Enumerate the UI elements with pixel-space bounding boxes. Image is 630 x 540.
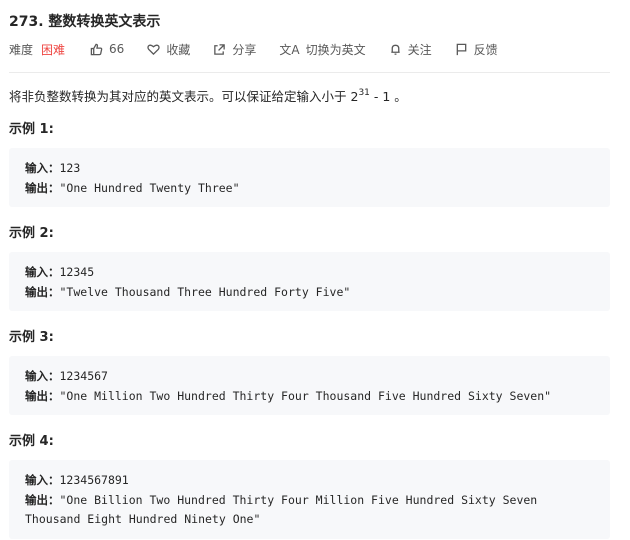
favorite-button[interactable]: 收藏 bbox=[147, 41, 190, 58]
problem-toolbar: 难度 困难 66 收藏 分享 文A 切换为英文 关注 反馈 bbox=[9, 39, 521, 59]
translate-icon: 文A bbox=[279, 42, 300, 57]
example-input: 1234567 bbox=[59, 369, 108, 383]
example-output-cont: Thousand Eight Hundred Ninety One" bbox=[25, 512, 261, 526]
translate-label: 切换为英文 bbox=[305, 42, 366, 57]
example-code-block: 输入：123 输出："One Hundred Twenty Three" bbox=[9, 148, 610, 207]
problem-title: 273. 整数转换英文表示 bbox=[9, 14, 161, 30]
example-input-line: 输入：1234567891 bbox=[25, 472, 129, 488]
output-label: 输出： bbox=[25, 493, 60, 507]
thumbs-up-icon bbox=[90, 43, 103, 55]
example-input-line: 输入：12345 bbox=[25, 264, 94, 280]
follow-label: 关注 bbox=[407, 42, 432, 57]
like-count: 66 bbox=[109, 42, 125, 56]
input-label: 输入： bbox=[25, 265, 60, 279]
example-title: 示例 2: bbox=[9, 226, 54, 241]
heart-icon bbox=[147, 44, 160, 55]
share-label: 分享 bbox=[232, 42, 257, 57]
example-output-line: 输出："One Billion Two Hundred Thirty Four … bbox=[25, 492, 537, 508]
flag-icon bbox=[456, 43, 466, 55]
share-button[interactable]: 分享 bbox=[213, 41, 256, 58]
example-input-line: 输入：123 bbox=[25, 160, 80, 176]
feedback-button[interactable]: 反馈 bbox=[455, 41, 498, 58]
share-icon bbox=[214, 43, 226, 55]
description-text: 将非负整数转换为其对应的英文表示。可以保证给定输入小于 2 bbox=[9, 89, 359, 104]
input-label: 输入： bbox=[25, 369, 60, 383]
problem-description: 将非负整数转换为其对应的英文表示。可以保证给定输入小于 231 - 1 。 bbox=[9, 86, 407, 105]
example-code-block: 输入：1234567 输出："One Million Two Hundred T… bbox=[9, 356, 610, 415]
example-code-block: 输入：1234567891 输出："One Billion Two Hundre… bbox=[9, 460, 610, 539]
example-title: 示例 1: bbox=[9, 122, 54, 137]
example-output: "One Billion Two Hundred Thirty Four Mil… bbox=[59, 493, 538, 507]
example-code-block: 输入：12345 输出："Twelve Thousand Three Hundr… bbox=[9, 252, 610, 311]
output-label: 输出： bbox=[25, 389, 60, 403]
example-output: "Twelve Thousand Three Hundred Forty Fiv… bbox=[59, 285, 351, 299]
example-input: 1234567891 bbox=[59, 473, 129, 487]
example-output-line: 输出："One Million Two Hundred Thirty Four … bbox=[25, 388, 551, 404]
feedback-label: 反馈 bbox=[473, 42, 498, 57]
example-title: 示例 3: bbox=[9, 330, 54, 345]
example-input: 123 bbox=[59, 161, 81, 175]
example-output-line: 输出："One Hundred Twenty Three" bbox=[25, 180, 240, 196]
follow-button[interactable]: 关注 bbox=[389, 41, 432, 58]
input-label: 输入： bbox=[25, 473, 60, 487]
difficulty-label: 难度 bbox=[9, 42, 34, 57]
like-button[interactable]: 66 bbox=[90, 42, 124, 56]
description-exponent: 31 bbox=[358, 88, 370, 98]
example-input-line: 输入：1234567 bbox=[25, 368, 108, 384]
input-label: 输入： bbox=[25, 161, 60, 175]
example-output: "One Hundred Twenty Three" bbox=[59, 181, 240, 195]
example-input: 12345 bbox=[59, 265, 95, 279]
description-tail: - 1 。 bbox=[369, 89, 407, 104]
difficulty-value: 困难 bbox=[41, 42, 66, 57]
example-title: 示例 4: bbox=[9, 434, 54, 449]
output-label: 输出： bbox=[25, 181, 60, 195]
translate-button[interactable]: 文A 切换为英文 bbox=[279, 41, 365, 58]
example-output: "One Million Two Hundred Thirty Four Tho… bbox=[59, 389, 552, 403]
example-output-continuation: Thousand Eight Hundred Ninety One" bbox=[25, 512, 260, 526]
difficulty: 难度 困难 bbox=[9, 41, 65, 58]
favorite-label: 收藏 bbox=[166, 42, 191, 57]
bell-icon bbox=[390, 44, 400, 55]
output-label: 输出： bbox=[25, 285, 60, 299]
example-output-line: 输出："Twelve Thousand Three Hundred Forty … bbox=[25, 284, 350, 300]
header-divider bbox=[9, 72, 610, 73]
